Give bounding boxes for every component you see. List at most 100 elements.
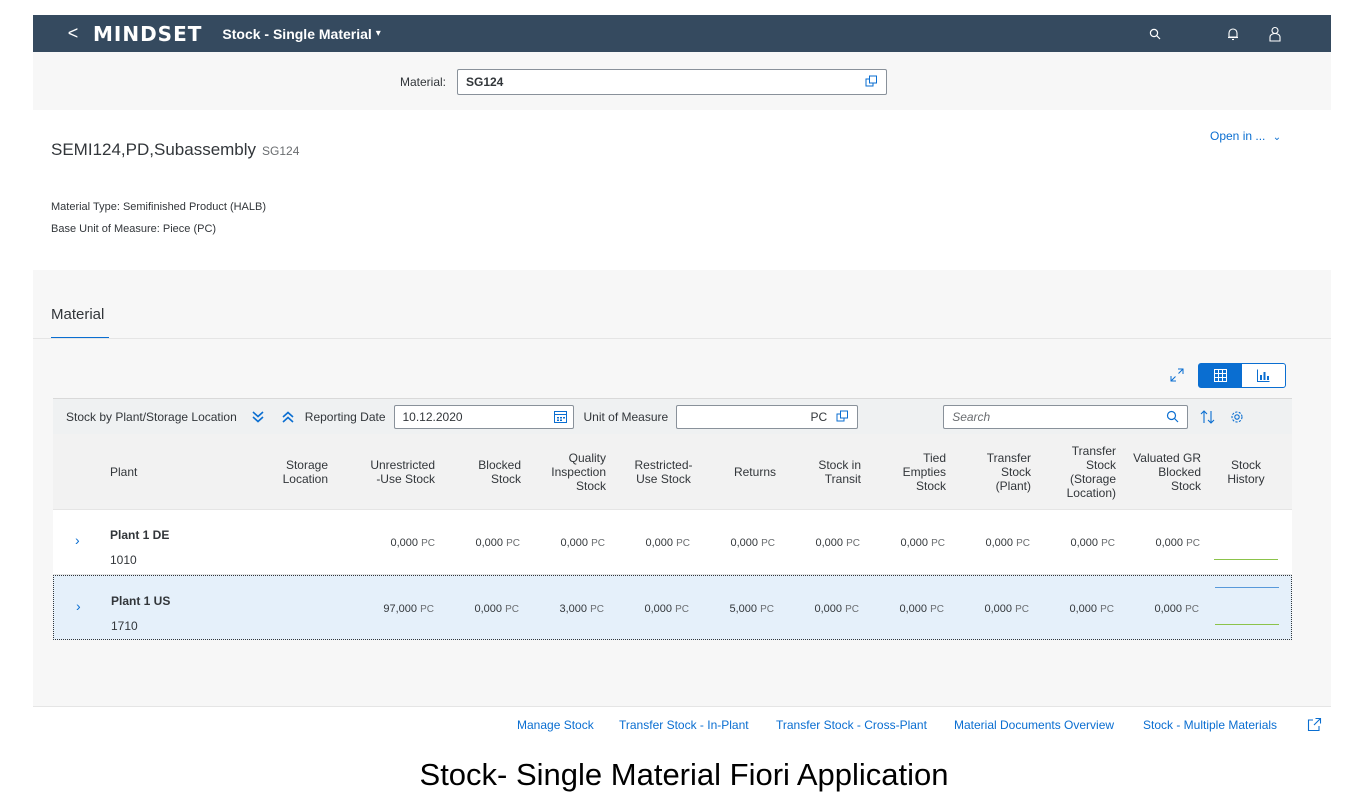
col-restricted[interactable]: Restricted- Use Stock: [616, 434, 711, 510]
reporting-date-input[interactable]: 10.12.2020: [393, 404, 574, 429]
col-returns[interactable]: Returns: [703, 434, 776, 510]
cell-value: 0,000: [1154, 603, 1183, 615]
page-title: SEMI124,PD,Subassembly SG124: [51, 140, 299, 160]
col-transfer-sloc[interactable]: Transfer Stock (Storage Location): [1038, 434, 1116, 510]
cell-unit: PC: [845, 604, 859, 615]
table-header: Plant Storage Location Unrestricted -Use S…: [53, 434, 1292, 510]
chart-view-icon[interactable]: [1242, 364, 1285, 387]
cell-value: 0,000: [1069, 603, 1098, 615]
material-label: Material:: [399, 75, 446, 89]
header-line: Stock in: [818, 458, 861, 472]
cell-transfer-sloc: 0,000 PC: [1070, 603, 1115, 615]
share-icon[interactable]: [1307, 717, 1322, 737]
cell-returns: 5,000 PC: [730, 603, 775, 615]
cell-value: 0,000: [815, 537, 844, 549]
cell-transfer-plant: 0,000 PC: [985, 603, 1030, 615]
logo[interactable]: MINDSET: [93, 22, 202, 46]
expand-up-icon[interactable]: [281, 410, 295, 424]
link-transfer-in-plant[interactable]: Transfer Stock - In-Plant: [619, 718, 749, 732]
cell-value: 5,000: [729, 603, 758, 615]
value-help-icon[interactable]: [836, 410, 849, 426]
shell-bar: < MINDSET Stock - Single Material ▾: [33, 15, 1331, 52]
material-input[interactable]: SG124: [457, 69, 887, 95]
material-value: SG124: [466, 75, 504, 89]
cell-value: 0,000: [475, 537, 504, 549]
collapse-down-icon[interactable]: [251, 410, 265, 424]
cell-unit: PC: [505, 604, 519, 615]
col-quality-inspection[interactable]: Quality Inspection Stock: [533, 434, 606, 510]
material-type: Material Type: Semifinished Product (HAL…: [51, 201, 266, 213]
col-storage-location[interactable]: Storage Location: [248, 434, 328, 510]
sort-icon[interactable]: [1200, 409, 1216, 424]
stock-table: Plant Storage Location Unrestricted -Use S…: [53, 434, 1292, 640]
search-icon[interactable]: [1166, 410, 1179, 426]
col-tied-empties[interactable]: Tied Empties Stock: [873, 434, 946, 510]
fullscreen-icon[interactable]: [1169, 367, 1185, 388]
chevron-right-icon[interactable]: ›: [76, 598, 81, 614]
open-in-label: Open in ...: [1210, 129, 1266, 143]
col-stock-in-transit[interactable]: Stock in Transit: [788, 434, 861, 510]
cell-unit: PC: [590, 604, 604, 615]
cell-unrestricted: 0,000 PC: [391, 537, 436, 549]
col-valuated-gr[interactable]: Valuated GR Blocked Stock: [1123, 434, 1201, 510]
table-row[interactable]: › Plant 1 US 1710 97,000 PC 0,000 PC 3,0…: [53, 575, 1292, 640]
cell-value: 0,000: [730, 537, 759, 549]
app-title[interactable]: Stock - Single Material: [222, 26, 371, 42]
cell-value: 0,000: [474, 603, 503, 615]
chevron-right-icon[interactable]: ›: [75, 532, 80, 548]
cell-unrestricted: 97,000 PC: [383, 603, 434, 615]
search-placeholder: Search: [952, 409, 991, 424]
cell-unit: PC: [1100, 604, 1114, 615]
col-plant[interactable]: Plant: [110, 434, 170, 510]
value-help-icon[interactable]: [865, 75, 878, 91]
bell-icon[interactable]: [1223, 24, 1243, 44]
back-icon[interactable]: <: [55, 15, 91, 52]
header-line: Unrestricted: [370, 458, 435, 472]
chevron-down-icon[interactable]: ▾: [376, 28, 381, 39]
settings-icon[interactable]: [1230, 410, 1244, 424]
filter-bar: Material: SG124: [33, 52, 1331, 110]
header-line: Use Stock: [636, 472, 691, 486]
link-manage-stock[interactable]: Manage Stock: [517, 718, 594, 732]
col-stock-history[interactable]: Stock History: [1211, 434, 1281, 510]
uom-input[interactable]: PC: [676, 404, 859, 429]
link-stock-multiple[interactable]: Stock - Multiple Materials: [1143, 718, 1277, 732]
uom-value: PC: [810, 409, 828, 424]
table-row[interactable]: › Plant 1 DE 1010 0,000 PC 0,000 PC 0,00…: [53, 510, 1292, 575]
header-line: Restricted-: [634, 458, 693, 472]
cell-returns: 0,000 PC: [731, 537, 776, 549]
cell-unit: PC: [591, 538, 605, 549]
open-in-menu[interactable]: Open in ... ⌄: [1210, 129, 1281, 143]
col-unrestricted[interactable]: Unrestricted -Use Stock: [343, 434, 435, 510]
reporting-date-label: Reporting Date: [304, 409, 386, 424]
header-line: Stock: [1000, 465, 1031, 479]
col-blocked[interactable]: Blocked Stock: [448, 434, 521, 510]
view-switch: [1198, 363, 1286, 388]
plant-code: 1010: [110, 553, 137, 567]
link-transfer-cross-plant[interactable]: Transfer Stock - Cross-Plant: [776, 718, 927, 732]
header-line: Stock: [1230, 458, 1261, 472]
cell-value: 0,000: [984, 603, 1013, 615]
material-id: SG124: [262, 144, 300, 158]
table-view-icon[interactable]: [1199, 364, 1242, 387]
search-input[interactable]: Search: [943, 404, 1189, 429]
cell-unit: PC: [1101, 538, 1115, 549]
cell-unit: PC: [1016, 538, 1030, 549]
cell-unit: PC: [675, 604, 689, 615]
calendar-icon[interactable]: [553, 410, 567, 426]
cell-unit: PC: [760, 604, 774, 615]
col-transfer-plant[interactable]: Transfer Stock (Plant): [958, 434, 1031, 510]
header-line: Stock: [915, 479, 946, 493]
user-icon[interactable]: [1265, 24, 1285, 44]
cell-unit: PC: [676, 538, 690, 549]
cell-tied: 0,000 PC: [900, 603, 945, 615]
cell-value: 0,000: [390, 537, 419, 549]
divider: [33, 338, 1331, 339]
link-material-documents[interactable]: Material Documents Overview: [954, 718, 1114, 732]
cell-value: 0,000: [814, 603, 843, 615]
tab-material[interactable]: Material: [51, 306, 104, 323]
plant-name: Plant 1 US: [111, 594, 171, 608]
search-icon[interactable]: [1145, 24, 1165, 44]
cell-unit: PC: [846, 538, 860, 549]
base-unit: Base Unit of Measure: Piece (PC): [51, 223, 217, 235]
